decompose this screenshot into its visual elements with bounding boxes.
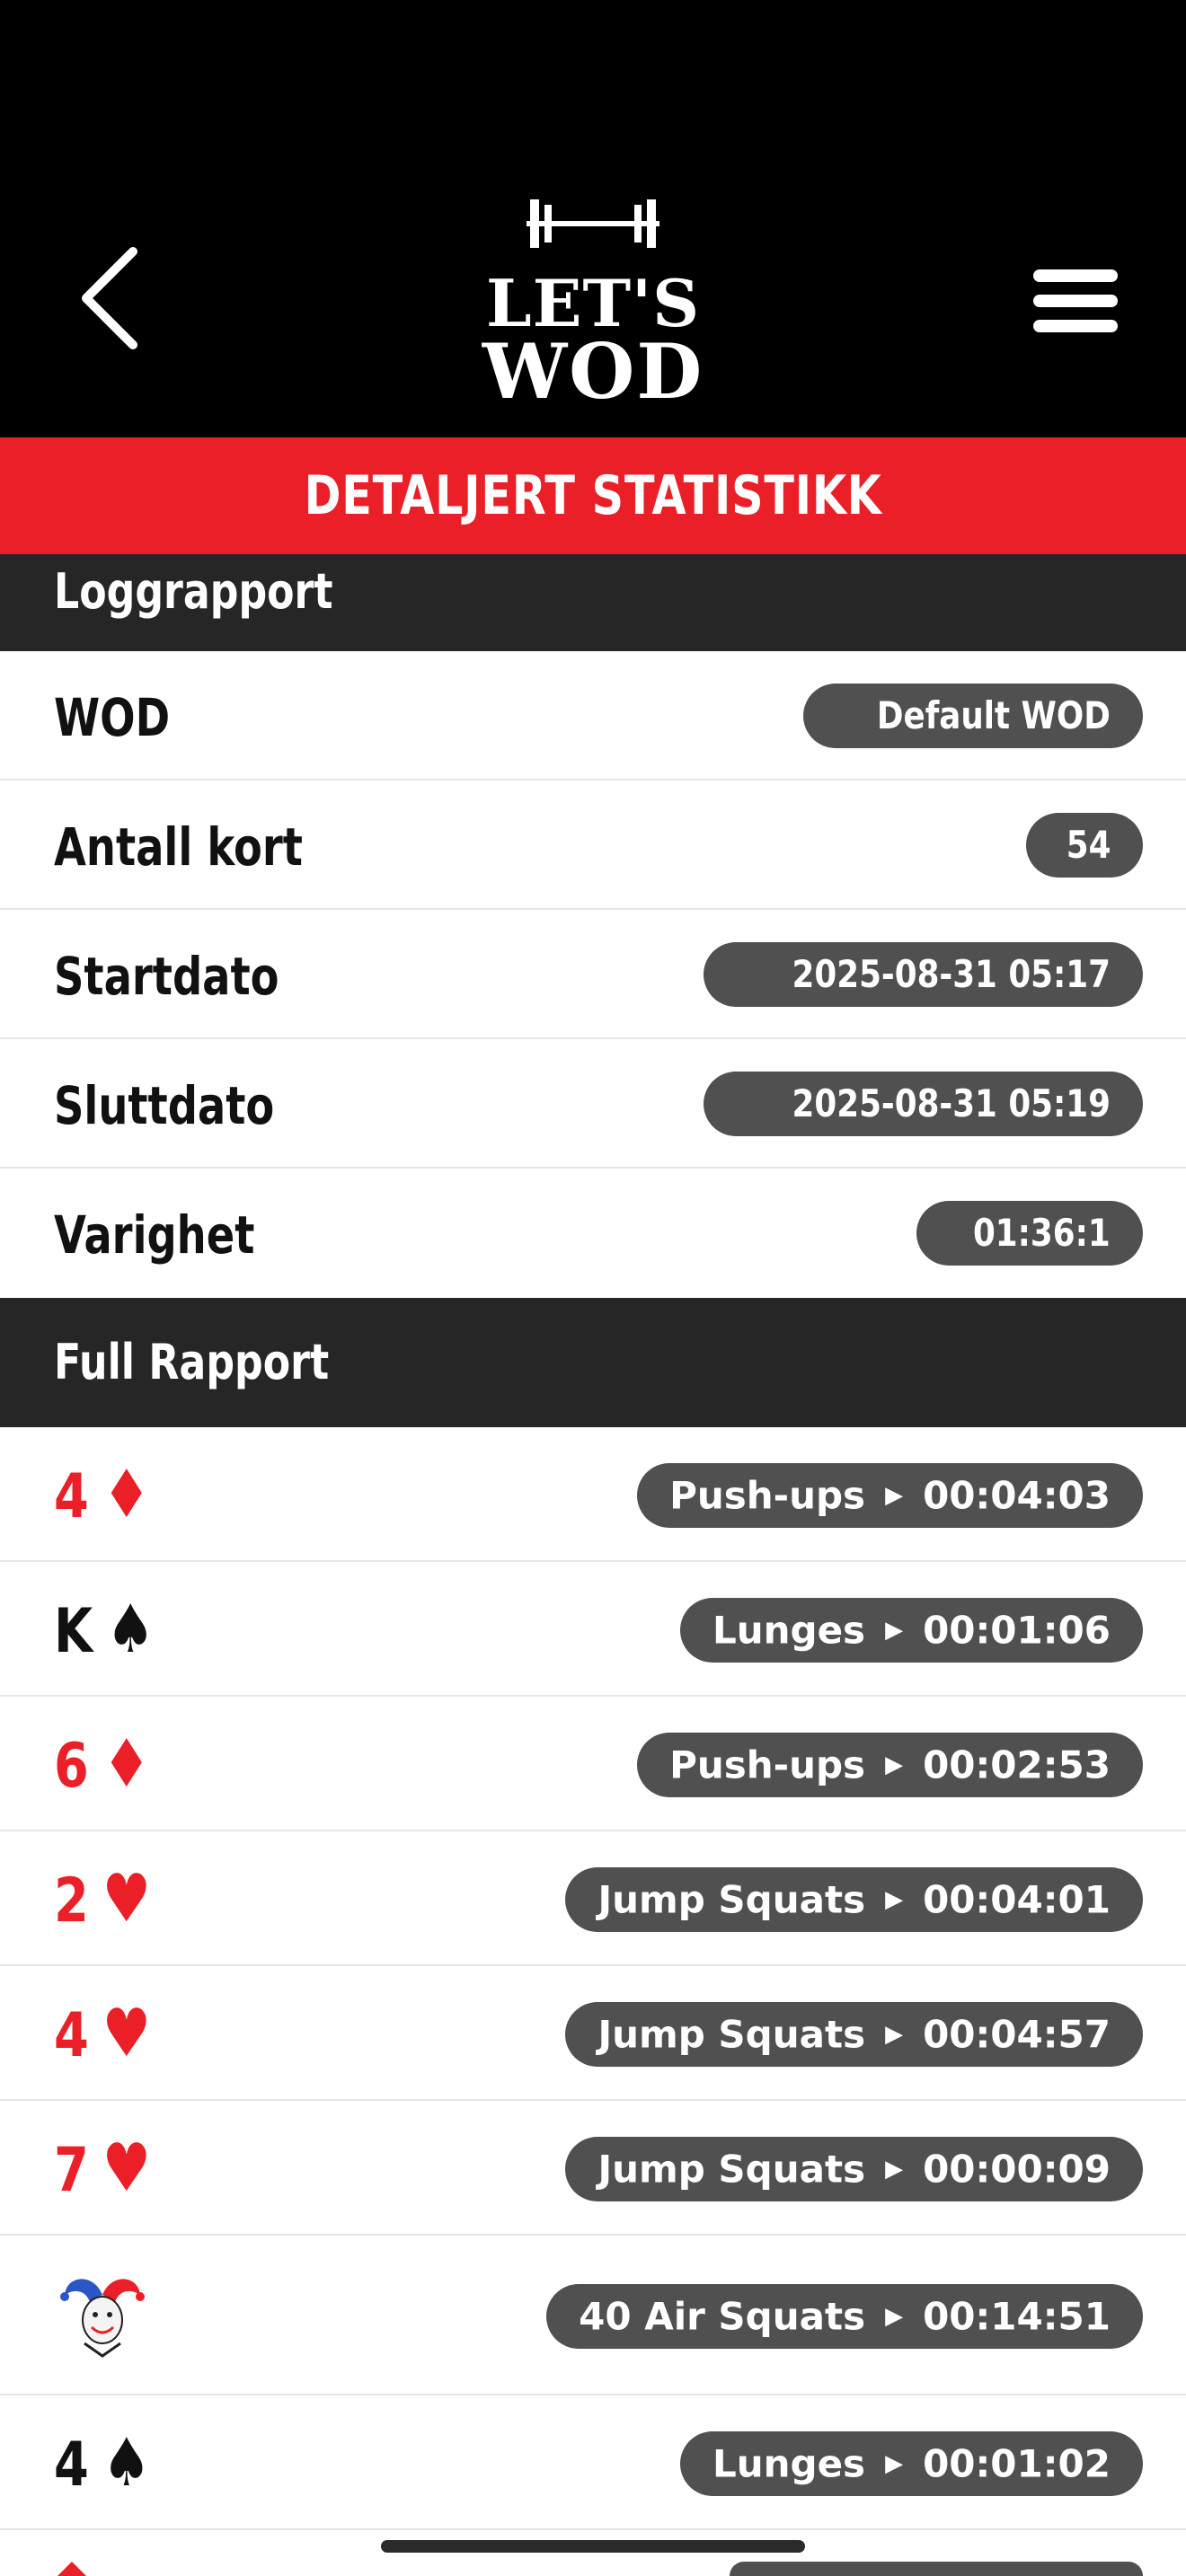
card-label: 2 ♥ (54, 1860, 151, 1937)
log-row-start-date: Startdato 2025-08-31 05:17 (0, 910, 1186, 1039)
spade-icon: ♠ (105, 1591, 155, 1668)
next-row-peek (54, 2560, 90, 2576)
log-row-end-date: Sluttdato 2025-08-31 05:19 (0, 1039, 1186, 1169)
home-indicator[interactable] (381, 2540, 805, 2553)
card-row: 4 ♦ Push-ups ▶ 00:04:03 (0, 1427, 1186, 1562)
log-row-label: Sluttdato (54, 1075, 275, 1136)
diamond-icon: ♦ (102, 1456, 151, 1533)
log-row-label: Varighet (54, 1204, 255, 1266)
exercise-time-badge: Jump Squats ▶ 00:04:01 (565, 1867, 1143, 1932)
next-row-badge-peek (730, 2562, 1143, 2576)
exercise-time-badge: Jump Squats ▶ 00:04:57 (565, 2002, 1143, 2067)
log-row-card-count: Antall kort 54 (0, 781, 1186, 910)
card-label: 6 ♦ (54, 1725, 151, 1803)
card-row: 2 ♥ Jump Squats ▶ 00:04:01 (0, 1831, 1186, 1966)
play-arrow-icon: ▶ (885, 1751, 904, 1778)
log-row-label: Startdato (54, 946, 279, 1007)
app-header: LET'S WOD (0, 0, 1186, 437)
diamond-icon: ♦ (102, 1725, 151, 1803)
heart-icon: ♥ (102, 2130, 151, 2207)
exercise-name: 40 Air Squats (579, 2294, 866, 2339)
page-title: DETALJERT STATISTIKK (304, 464, 882, 527)
card-row: 4 ♥ Jump Squats ▶ 00:04:57 (0, 1966, 1186, 2101)
card-rank: K (54, 1596, 93, 1667)
card-rank: 4 (54, 2430, 89, 2501)
card-rank: 6 (54, 1731, 89, 1802)
logo-text-line2: WOD (482, 327, 704, 416)
play-arrow-icon: ▶ (885, 2450, 904, 2477)
card-label: 7 ♥ (54, 2130, 151, 2207)
exercise-name: Lunges (712, 1608, 866, 1653)
section-heading-log-report: Loggrapport (0, 554, 1186, 651)
play-arrow-icon: ▶ (885, 2303, 904, 2330)
card-rank: 7 (54, 2135, 89, 2206)
exercise-time: 00:02:53 (923, 1742, 1111, 1787)
play-arrow-icon: ▶ (885, 1617, 904, 1644)
joker-icon (60, 2279, 145, 2358)
spade-icon: ♠ (102, 2424, 151, 2501)
card-label: 4 ♠ (54, 2424, 151, 2501)
section-heading-label: Loggrapport (54, 563, 333, 620)
log-row-value-badge: 2025-08-31 05:17 (704, 942, 1143, 1007)
card-rank: 4 (54, 2000, 89, 2071)
log-row-wod: WOD Default WOD (0, 651, 1186, 781)
heart-icon: ♥ (102, 1995, 151, 2072)
card-rank: 4 (54, 1461, 89, 1532)
exercise-time: 00:04:03 (923, 1473, 1111, 1518)
exercise-time-badge: Lunges ▶ 00:01:02 (679, 2431, 1143, 2496)
exercise-time-badge: Push-ups ▶ 00:04:03 (637, 1463, 1143, 1528)
exercise-time: 00:04:57 (923, 2012, 1111, 2057)
exercise-name: Jump Squats (597, 2012, 866, 2057)
play-arrow-icon: ▶ (885, 1482, 904, 1509)
card-row: 40 Air Squats ▶ 00:14:51 (0, 2236, 1186, 2395)
exercise-time: 00:01:02 (923, 2441, 1111, 2486)
exercise-time-badge: Lunges ▶ 00:01:06 (679, 1598, 1143, 1663)
exercise-time: 00:01:06 (923, 1608, 1111, 1653)
log-row-label: WOD (54, 687, 171, 748)
card-row: K ♠ Lunges ▶ 00:01:06 (0, 1562, 1186, 1697)
exercise-name: Jump Squats (597, 1877, 866, 1922)
exercise-time: 00:04:01 (923, 1877, 1111, 1922)
log-row-value-badge: 2025-08-31 05:19 (704, 1072, 1143, 1136)
log-row-label: Antall kort (54, 816, 303, 878)
barbell-icon (527, 199, 659, 248)
log-row-value-badge: 01:36:1 (916, 1201, 1143, 1266)
hamburger-menu-icon[interactable] (1033, 269, 1118, 332)
card-row: 4 ♠ Lunges ▶ 00:01:02 (0, 2395, 1186, 2530)
card-row: 7 ♥ Jump Squats ▶ 00:00:09 (0, 2101, 1186, 2236)
card-row: 6 ♦ Push-ups ▶ 00:02:53 (0, 1697, 1186, 1831)
heart-icon: ♥ (102, 1860, 151, 1937)
card-label: 4 ♥ (54, 1995, 151, 2072)
chevron-left-icon[interactable] (74, 244, 146, 352)
play-arrow-icon: ▶ (885, 1886, 904, 1913)
section-heading-label: Full Rapport (54, 1334, 330, 1390)
log-row-value-badge: 54 (1025, 813, 1143, 878)
exercise-time-badge: 40 Air Squats ▶ 00:14:51 (546, 2284, 1143, 2349)
section-heading-full-report: Full Rapport (0, 1298, 1186, 1427)
play-arrow-icon: ▶ (885, 2156, 904, 2183)
exercise-time-badge: Jump Squats ▶ 00:00:09 (565, 2137, 1143, 2201)
page-title-bar: DETALJERT STATISTIKK (0, 437, 1186, 554)
exercise-name: Jump Squats (597, 2147, 866, 2192)
exercise-name: Push-ups (669, 1742, 866, 1787)
card-label: K ♠ (54, 1591, 155, 1668)
card-rank: 2 (54, 1866, 89, 1936)
exercise-name: Lunges (712, 2441, 866, 2486)
exercise-time: 00:14:51 (923, 2294, 1111, 2339)
exercise-time-badge: Push-ups ▶ 00:02:53 (637, 1733, 1143, 1797)
log-row-value-badge: Default WOD (803, 684, 1143, 748)
exercise-name: Push-ups (669, 1473, 866, 1518)
app-logo: LET'S WOD (467, 189, 719, 413)
card-label: 4 ♦ (54, 1456, 151, 1533)
exercise-time: 00:00:09 (923, 2147, 1111, 2192)
play-arrow-icon: ▶ (885, 2021, 904, 2048)
log-row-duration: Varighet 01:36:1 (0, 1169, 1186, 1298)
